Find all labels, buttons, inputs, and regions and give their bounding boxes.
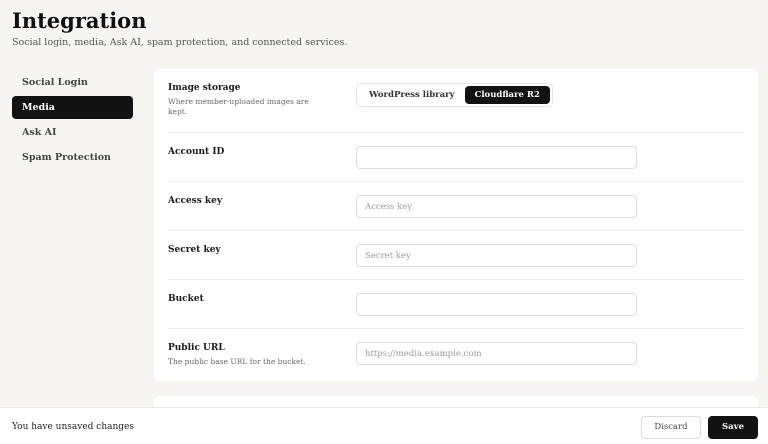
access-key-field[interactable] [356,195,637,218]
sidebar-item-spam-protection[interactable]: Spam Protection [12,146,133,169]
storage-option-wordpress-library[interactable]: WordPress library [359,86,465,104]
account-id-field[interactable] [356,146,637,169]
public-url-help: The public base URL for the bucket. [168,357,306,366]
image-storage-row: Image storage Where member-uploaded imag… [168,69,744,133]
bucket-label: Bucket [168,294,204,304]
sidebar: Social Login Media Ask AI Spam Protectio… [12,71,133,171]
media-settings-panel: Image storage Where member-uploaded imag… [154,69,758,381]
sidebar-item-media[interactable]: Media [12,96,133,119]
public-url-field[interactable] [356,342,637,365]
bucket-row: Bucket [168,280,744,329]
page-subtitle: Social login, media, Ask AI, spam protec… [12,37,348,48]
unsaved-changes-bar: You have unsaved changes Discard Save [0,407,768,444]
access-key-label: Access key [168,196,223,206]
sidebar-item-ask-ai[interactable]: Ask AI [12,121,133,144]
sidebar-item-social-login[interactable]: Social Login [12,71,133,94]
unsaved-status: You have unsaved changes [12,422,134,432]
save-button[interactable]: Save [708,416,758,439]
image-storage-help: Where member-uploaded images are kept. [168,97,309,116]
secret-key-label: Secret key [168,245,221,255]
storage-segmented-control: WordPress library Cloudflare R2 [356,83,553,107]
page-title: Integration [12,8,147,33]
public-url-label: Public URL [168,343,225,353]
discard-button[interactable]: Discard [641,416,701,439]
secret-key-row: Secret key [168,231,744,280]
secret-key-field[interactable] [356,244,637,267]
account-id-row: Account ID [168,133,744,182]
page-header: Integration Social login, media, Ask AI,… [12,8,347,48]
bucket-field[interactable] [356,293,637,316]
account-id-label: Account ID [168,147,225,157]
image-storage-label: Image storage [168,83,241,93]
access-key-row: Access key [168,182,744,231]
storage-option-cloudflare-r2[interactable]: Cloudflare R2 [464,86,550,104]
public-url-row: Public URL The public base URL for the b… [168,329,744,377]
